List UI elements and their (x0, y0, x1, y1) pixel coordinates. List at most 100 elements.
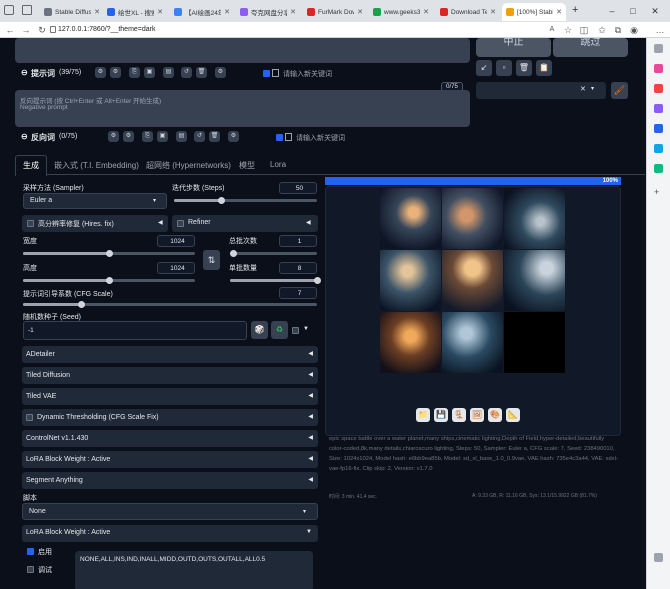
hires-checkbox[interactable] (27, 220, 34, 227)
swap-dimensions-button[interactable]: ⇅ (203, 250, 220, 270)
collections-icon[interactable]: ⧉ (612, 24, 624, 36)
hires-fix-accordion[interactable]: 高分辨率修复 (Hires. fix) ◀ (22, 215, 168, 232)
favorite-icon[interactable]: ☆ (562, 24, 574, 36)
tab-model[interactable]: 模型 (239, 160, 255, 171)
drop-icon[interactable] (654, 164, 663, 173)
sidebar-settings-icon[interactable] (654, 553, 663, 562)
gear-icon[interactable]: ⚙ (123, 131, 134, 142)
collapse-arrow-icon[interactable]: ◀ (308, 409, 313, 426)
tab-embedding[interactable]: 嵌入式 (T.I. Embedding) (54, 160, 139, 171)
tab-actions-icon[interactable] (4, 5, 14, 15)
paste-icon[interactable]: ▣ (157, 131, 168, 142)
dice-icon[interactable]: 🎲 (251, 321, 268, 339)
reading-mode-icon[interactable]: A (546, 24, 558, 36)
batch-size-input[interactable]: 8 (279, 262, 317, 274)
settings-icon[interactable]: ⚙ (215, 67, 226, 78)
browser-tab[interactable]: Download Te ✕ (436, 3, 500, 21)
extra-seed-checkbox[interactable] (292, 327, 299, 334)
settings-icon[interactable]: ⚙ (228, 131, 239, 142)
steps-input[interactable]: 50 (279, 182, 317, 194)
tab-generate[interactable]: 生成 (15, 155, 47, 176)
site-info-icon[interactable] (50, 26, 56, 33)
brush-icon[interactable]: 🖌 (611, 82, 628, 99)
browser-tab[interactable]: FurMark Dow ✕ (303, 3, 367, 21)
prompt-textarea[interactable] (15, 38, 470, 63)
tab-lora[interactable]: Lora (270, 160, 286, 169)
browser-tab[interactable]: www.geeks3d ✕ (369, 3, 433, 21)
trash-icon[interactable]: 🗑 (516, 60, 532, 76)
prompt-collapse-icon[interactable]: ⊖ (21, 68, 28, 77)
refiner-accordion[interactable]: Refiner ◀ (172, 215, 318, 232)
gear-icon[interactable]: ⚙ (108, 131, 119, 142)
negative-input-box-icon[interactable] (285, 133, 292, 141)
history-icon[interactable]: ↺ (194, 131, 205, 142)
browser-tab[interactable]: 【AI绘画24年 ✕ (170, 3, 234, 21)
new-tab-button[interactable]: + (572, 4, 578, 16)
batch-count-slider[interactable] (230, 250, 317, 257)
extras-icon[interactable]: 📐 (506, 408, 520, 422)
extension-accordion[interactable]: Dynamic Thresholding (CFG Scale Fix) ◀ (22, 409, 318, 426)
clear-icon[interactable]: ✕ (580, 85, 586, 93)
output-image[interactable] (380, 188, 441, 249)
output-image[interactable] (504, 312, 565, 373)
collapse-arrow-icon[interactable]: ◀ (308, 430, 313, 447)
back-icon[interactable]: ← (4, 24, 16, 36)
negative-prompt-textarea[interactable]: 反向提示词 (按 Ctrl+Enter 或 Alt+Enter 开始生成) Ne… (15, 90, 470, 127)
width-slider[interactable] (23, 250, 195, 257)
add-icon[interactable]: + (654, 188, 663, 197)
folder-icon[interactable]: 📁 (416, 408, 430, 422)
extension-accordion[interactable]: Tiled Diffusion ◀ (22, 367, 318, 384)
collapse-arrow-icon[interactable]: ◀ (308, 346, 313, 363)
office-icon[interactable] (654, 124, 663, 133)
zip-icon[interactable]: 🗜 (452, 408, 466, 422)
seed-input[interactable]: -1 (23, 321, 247, 340)
height-input[interactable]: 1024 (157, 262, 195, 274)
close-window-button[interactable]: ✕ (646, 3, 664, 19)
copy-icon[interactable]: ⎘ (142, 131, 153, 142)
extension-accordion[interactable]: LoRA Block Weight : Active ◀ (22, 451, 318, 468)
minimize-button[interactable]: – (603, 3, 621, 19)
reload-icon[interactable]: ↻ (36, 24, 48, 36)
maximize-button[interactable]: □ (624, 3, 642, 19)
browser-tab[interactable]: Stable Diffusi ✕ (40, 3, 104, 21)
recycle-icon[interactable]: ♻ (271, 321, 288, 339)
arrow-icon[interactable]: ↙ (476, 60, 492, 76)
negative-collapse-icon[interactable]: ⊖ (21, 132, 28, 141)
lbw-enable-checkbox[interactable] (27, 548, 34, 555)
negative-checkbox[interactable] (276, 134, 283, 141)
square-icon[interactable]: ▫ (496, 60, 512, 76)
script-dropdown[interactable]: None ▾ (22, 503, 318, 520)
collapse-arrow-icon[interactable]: ◀ (308, 388, 313, 405)
refiner-checkbox[interactable] (177, 220, 184, 227)
lbw-presets-textarea[interactable]: NONE,ALL,INS,IND,INALL,MIDD,OUTD,OUTS,OU… (75, 551, 313, 589)
interrupt-button[interactable]: 中止 (476, 38, 551, 57)
more-icon[interactable]: … (654, 24, 666, 36)
browser-tab[interactable]: [100%] Stable✕ (502, 3, 566, 21)
width-input[interactable]: 1024 (157, 235, 195, 247)
trash-icon[interactable]: 🗑 (209, 131, 220, 142)
skip-button[interactable]: 跳过 (553, 38, 628, 57)
close-tab-icon[interactable]: ✕ (357, 8, 363, 16)
browser-tab[interactable]: 夸克网盘分享 ✕ (236, 3, 300, 21)
games-icon[interactable] (654, 104, 663, 113)
gear-icon[interactable]: ⚙ (95, 67, 106, 78)
output-image[interactable] (504, 250, 565, 311)
expand-arrow-icon[interactable]: ▼ (306, 529, 312, 535)
output-image[interactable] (442, 250, 503, 311)
steps-slider[interactable] (174, 197, 317, 204)
cfg-input[interactable]: 7 (279, 287, 317, 299)
palette-icon[interactable]: 🎨 (488, 408, 502, 422)
close-tab-icon[interactable]: ✕ (423, 8, 429, 16)
close-tab-icon[interactable]: ✕ (94, 8, 100, 16)
save-icon[interactable]: 💾 (434, 408, 448, 422)
trash-icon[interactable]: 🗑 (196, 67, 207, 78)
extension-accordion[interactable]: Tiled VAE ◀ (22, 388, 318, 405)
gear-icon[interactable]: ⚙ (110, 67, 121, 78)
extra-seed-arrow-icon[interactable]: ▼ (303, 326, 309, 332)
prompt-input-box-icon[interactable] (272, 69, 279, 77)
image-icon[interactable]: ▤ (176, 131, 187, 142)
batch-count-input[interactable]: 1 (279, 235, 317, 247)
output-image[interactable] (380, 312, 441, 373)
forward-icon[interactable]: → (20, 24, 32, 36)
dynamic-threshold-checkbox[interactable] (26, 413, 33, 421)
